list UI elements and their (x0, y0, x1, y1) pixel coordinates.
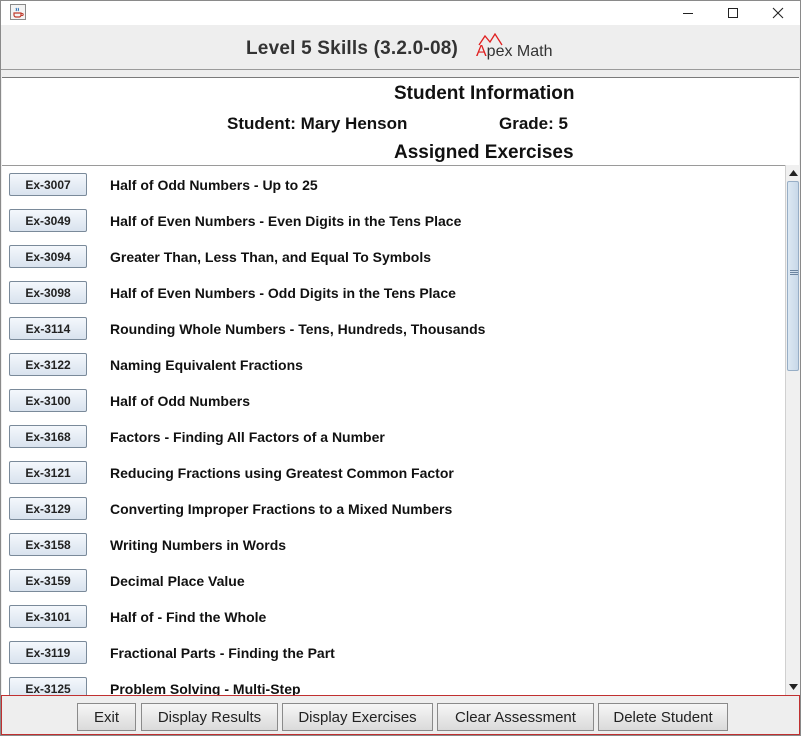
display-exercises-button[interactable]: Display Exercises (282, 703, 433, 731)
app-header: Level 5 Skills (3.2.0-08) Apex Math (1, 25, 800, 70)
title-bar (1, 1, 800, 25)
exercise-title: Decimal Place Value (110, 573, 245, 589)
logo-rest: pex Math (486, 43, 553, 60)
exit-button[interactable]: Exit (77, 703, 136, 731)
exercise-title: Greater Than, Less Than, and Equal To Sy… (110, 249, 432, 265)
exercise-title: Writing Numbers in Words (110, 537, 287, 553)
list-item: Ex-3007 Half of Odd Numbers - Up to 25 (2, 166, 785, 202)
list-item: Ex-3158 Writing Numbers in Words (2, 526, 785, 562)
app-window: Level 5 Skills (3.2.0-08) Apex Math Stud… (0, 0, 801, 736)
list-item: Ex-3049 Half of Even Numbers - Even Digi… (2, 202, 785, 238)
exercise-button[interactable]: Ex-3129 (9, 497, 87, 520)
exercise-title: Fractional Parts - Finding the Part (110, 645, 335, 661)
exercise-button[interactable]: Ex-3158 (9, 533, 87, 556)
clear-assessment-button[interactable]: Clear Assessment (437, 703, 594, 731)
exercise-button[interactable]: Ex-3125 (9, 677, 87, 696)
list-item: Ex-3122 Naming Equivalent Fractions (2, 346, 785, 382)
arrow-up-icon (789, 169, 798, 176)
exercise-title: Factors - Finding All Factors of a Numbe… (110, 429, 385, 445)
logo-text: Apex Math (476, 43, 552, 61)
list-item: Ex-3119 Fractional Parts - Finding the P… (2, 634, 785, 670)
exercise-button[interactable]: Ex-3119 (9, 641, 87, 664)
close-button[interactable] (755, 1, 800, 25)
exercise-title: Half of Odd Numbers (110, 393, 251, 409)
app-title: Level 5 Skills (3.2.0-08) (246, 38, 459, 59)
list-item: Ex-3100 Half of Odd Numbers (2, 382, 785, 418)
exercise-title: Problem Solving - Multi-Step (110, 681, 301, 696)
exercise-button[interactable]: Ex-3101 (9, 605, 87, 628)
delete-student-button[interactable]: Delete Student (598, 703, 728, 731)
scroll-up-button[interactable] (786, 165, 800, 180)
exercise-title: Rounding Whole Numbers - Tens, Hundreds,… (110, 321, 486, 337)
list-item: Ex-3114 Rounding Whole Numbers - Tens, H… (2, 310, 785, 346)
exercise-button[interactable]: Ex-3121 (9, 461, 87, 484)
minimize-button[interactable] (665, 1, 711, 25)
exercise-list: Ex-3007 Half of Odd Numbers - Up to 25 E… (2, 165, 785, 696)
student-name: Student: Mary Henson (227, 114, 408, 133)
java-coffee-icon (10, 4, 26, 20)
display-results-button[interactable]: Display Results (141, 703, 278, 731)
student-info-panel: Student Information Student: Mary Henson… (2, 77, 799, 166)
exercise-title: Reducing Fractions using Greatest Common… (110, 465, 454, 481)
exercise-button[interactable]: Ex-3098 (9, 281, 87, 304)
vertical-scrollbar[interactable] (785, 165, 800, 695)
scrollbar-thumb[interactable] (787, 181, 799, 371)
exercise-title: Converting Improper Fractions to a Mixed… (110, 501, 453, 517)
exercise-title: Half of - Find the Whole (110, 609, 267, 625)
list-item: Ex-3094 Greater Than, Less Than, and Equ… (2, 238, 785, 274)
exercise-button[interactable]: Ex-3168 (9, 425, 87, 448)
grip-icon (790, 270, 798, 275)
exercise-button[interactable]: Ex-3159 (9, 569, 87, 592)
logo-first-letter: A (476, 43, 487, 60)
exercise-button[interactable]: Ex-3007 (9, 173, 87, 196)
list-item: Ex-3168 Factors - Finding All Factors of… (2, 418, 785, 454)
student-grade: Grade: 5 (499, 114, 568, 133)
list-item: Ex-3098 Half of Even Numbers - Odd Digit… (2, 274, 785, 310)
maximize-button[interactable] (710, 1, 756, 25)
list-item: Ex-3129 Converting Improper Fractions to… (2, 490, 785, 526)
maximize-icon (728, 8, 738, 18)
exercise-button[interactable]: Ex-3049 (9, 209, 87, 232)
exercise-title: Half of Even Numbers - Even Digits in th… (110, 213, 462, 229)
exercise-title: Half of Even Numbers - Odd Digits in the… (110, 285, 456, 301)
arrow-down-icon (789, 683, 798, 690)
list-item: Ex-3101 Half of - Find the Whole (2, 598, 785, 634)
scroll-down-button[interactable] (786, 679, 800, 694)
student-info-heading: Student Information (394, 83, 575, 104)
exercise-button[interactable]: Ex-3114 (9, 317, 87, 340)
close-icon (772, 7, 784, 19)
exercise-button[interactable]: Ex-3122 (9, 353, 87, 376)
exercise-title: Naming Equivalent Fractions (110, 357, 303, 373)
assigned-exercises-heading: Assigned Exercises (394, 142, 574, 163)
minimize-icon (683, 13, 693, 14)
apex-math-logo: Apex Math (476, 33, 556, 65)
list-item: Ex-3159 Decimal Place Value (2, 562, 785, 598)
list-item: Ex-3121 Reducing Fractions using Greates… (2, 454, 785, 490)
exercise-button[interactable]: Ex-3100 (9, 389, 87, 412)
exercise-title: Half of Odd Numbers - Up to 25 (110, 177, 318, 193)
footer-bar: Exit Display Results Display Exercises C… (1, 695, 800, 735)
exercise-button[interactable]: Ex-3094 (9, 245, 87, 268)
list-item: Ex-3125 Problem Solving - Multi-Step (2, 670, 785, 696)
